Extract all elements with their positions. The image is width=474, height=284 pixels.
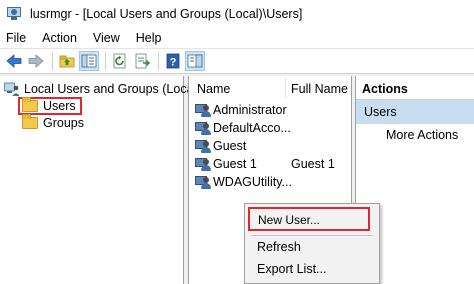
- toolbar: ?: [0, 48, 474, 74]
- tree-item-users[interactable]: Users: [18, 97, 82, 115]
- column-divider[interactable]: [285, 78, 286, 98]
- help-icon[interactable]: ?: [163, 51, 183, 71]
- properties-icon[interactable]: [185, 51, 205, 71]
- actions-section-users[interactable]: Users: [356, 100, 474, 124]
- context-menu-refresh[interactable]: Refresh: [257, 240, 301, 254]
- forward-arrow-icon[interactable]: [26, 51, 46, 71]
- new-user-label: New User...: [258, 213, 321, 227]
- user-icon: [195, 102, 211, 118]
- user-full-name: Guest 1: [291, 157, 335, 171]
- table-row[interactable]: Guest: [195, 137, 246, 155]
- toolbar-separator: [52, 52, 53, 70]
- toolbar-separator: [158, 52, 159, 70]
- tree-item-groups[interactable]: Groups: [18, 114, 84, 132]
- tree-users-label: Users: [43, 99, 76, 113]
- user-icon: [195, 174, 211, 190]
- user-icon: [195, 120, 211, 136]
- table-row[interactable]: WDAGUtility...: [195, 173, 292, 191]
- actions-header: Actions: [356, 78, 474, 100]
- column-header-full-name[interactable]: Full Name: [291, 82, 348, 96]
- user-icon: [195, 156, 211, 172]
- user-name: Administrator: [213, 103, 287, 117]
- tree-groups-label: Groups: [43, 116, 84, 130]
- folder-icon: [22, 97, 38, 112]
- menu-help[interactable]: Help: [128, 28, 170, 48]
- refresh-icon[interactable]: [110, 51, 130, 71]
- tree-item-root[interactable]: Local Users and Groups (Local): [4, 80, 200, 98]
- column-header-name[interactable]: Name: [197, 82, 230, 96]
- menu-bar: File Action View Help: [0, 28, 474, 48]
- up-folder-icon[interactable]: [57, 51, 77, 71]
- users-highlight-box: Users: [18, 97, 82, 115]
- folder-icon: [22, 114, 38, 129]
- user-name: Guest 1: [213, 157, 257, 171]
- computer-management-icon: [6, 6, 22, 22]
- computer-users-icon: [4, 81, 20, 97]
- user-icon: [195, 138, 211, 154]
- user-name: WDAGUtility...: [213, 175, 292, 189]
- console-tree: Local Users and Groups (Local) Users Gro…: [0, 76, 200, 284]
- menu-separator: [251, 235, 373, 236]
- show-hide-tree-icon[interactable]: [79, 51, 99, 71]
- tree-root-label: Local Users and Groups (Local): [24, 82, 201, 96]
- back-arrow-icon[interactable]: [4, 51, 24, 71]
- toolbar-separator: [105, 52, 106, 70]
- context-menu-new-user[interactable]: New User...: [248, 207, 370, 231]
- table-row[interactable]: DefaultAcco...: [195, 119, 291, 137]
- context-menu: New User... Refresh Export List...: [244, 203, 380, 284]
- table-row[interactable]: Guest 1 Guest 1: [195, 155, 335, 173]
- user-name: Guest: [213, 139, 247, 153]
- user-name: DefaultAcco...: [213, 121, 291, 135]
- menu-file[interactable]: File: [0, 28, 34, 48]
- more-actions-link[interactable]: More Actions: [386, 128, 458, 142]
- menu-view[interactable]: View: [85, 28, 128, 48]
- export-list-icon[interactable]: [132, 51, 152, 71]
- svg-text:?: ?: [170, 57, 177, 69]
- context-menu-export-list[interactable]: Export List...: [257, 262, 326, 276]
- title-bar: lusrmgr - [Local Users and Groups (Local…: [0, 0, 474, 28]
- table-row[interactable]: Administrator: [195, 101, 287, 119]
- list-header: Name Full Name: [189, 76, 353, 100]
- window-title: lusrmgr - [Local Users and Groups (Local…: [30, 7, 303, 21]
- menu-action[interactable]: Action: [34, 28, 85, 48]
